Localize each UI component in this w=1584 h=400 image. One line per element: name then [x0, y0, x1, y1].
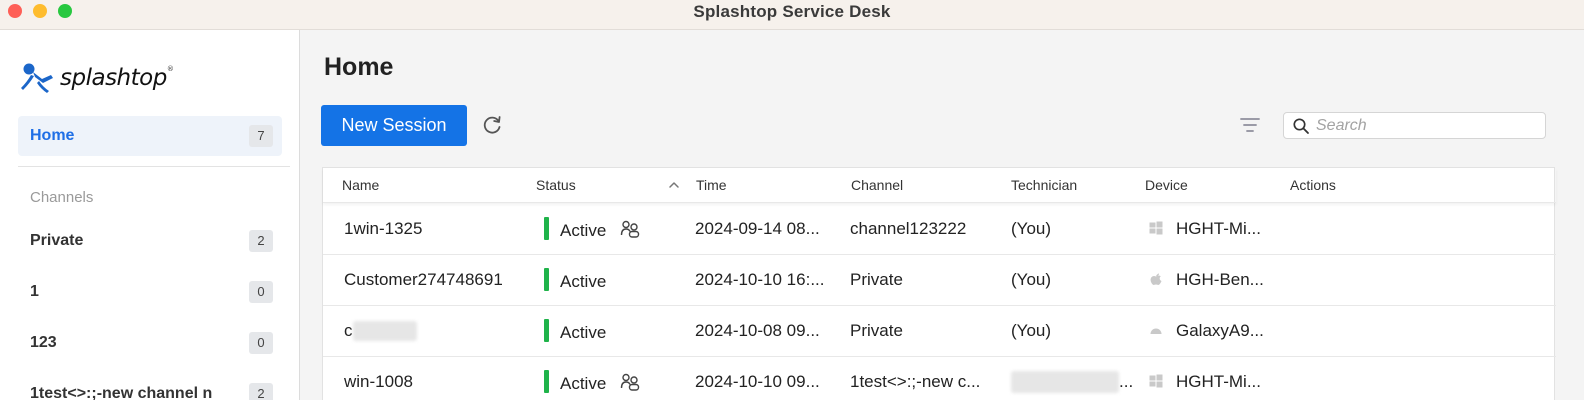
- column-header-device[interactable]: Device: [1145, 177, 1188, 193]
- group-users-icon: [620, 220, 640, 238]
- sidebar: splashtop® Home 7 Channels Private 2 1 0…: [0, 30, 300, 400]
- sidebar-item-home[interactable]: Home 7: [18, 116, 282, 156]
- table-row[interactable]: Customer274748691 Active 2024-10-10 16:.…: [323, 255, 1556, 306]
- count-badge: 2: [249, 230, 273, 252]
- session-device: HGHT-Mi...: [1176, 219, 1261, 238]
- redacted-technician: [1011, 371, 1119, 393]
- status-indicator: [544, 370, 549, 393]
- column-header-time[interactable]: Time: [696, 177, 727, 193]
- new-session-button[interactable]: New Session: [321, 105, 467, 146]
- window-titlebar: Splashtop Service Desk: [0, 0, 1584, 30]
- count-badge: 2: [249, 383, 273, 400]
- session-name: win-1008: [344, 372, 413, 391]
- windows-icon: [1149, 374, 1163, 388]
- column-header-technician[interactable]: Technician: [1011, 177, 1077, 193]
- group-users-icon: [620, 373, 640, 391]
- table-header: Name Status Time Channel Technician Devi…: [323, 168, 1556, 203]
- channels-section-label: Channels: [30, 189, 94, 206]
- sidebar-item-123[interactable]: 123 0: [18, 323, 282, 363]
- session-channel: Private: [850, 270, 903, 289]
- session-time: 2024-10-10 09...: [695, 372, 820, 391]
- session-device: HGH-Ben...: [1176, 270, 1264, 289]
- session-name: 1win-1325: [344, 219, 423, 238]
- count-badge: 0: [249, 281, 273, 303]
- table-row[interactable]: win-1008 Active 2024-10-10 09... 1test<>…: [323, 357, 1556, 400]
- sessions-table: Name Status Time Channel Technician Devi…: [322, 167, 1556, 400]
- session-time: 2024-10-10 16:...: [695, 270, 825, 289]
- session-status: Active: [560, 323, 607, 342]
- logo-wordmark: splashtop®: [60, 65, 174, 91]
- filter-icon[interactable]: [1238, 114, 1262, 138]
- splashtop-logo: splashtop®: [20, 60, 174, 96]
- session-technician: (You): [1011, 321, 1052, 340]
- apple-icon: [1150, 273, 1162, 285]
- status-indicator: [544, 217, 549, 240]
- session-channel: Private: [850, 321, 903, 340]
- sidebar-item-label: 1test<>:;-new channel n: [30, 385, 213, 400]
- android-icon: [1150, 328, 1162, 334]
- refresh-icon[interactable]: [481, 114, 503, 136]
- session-status: Active: [560, 374, 607, 393]
- sidebar-item-label: Home: [30, 127, 75, 144]
- sidebar-divider: [18, 166, 290, 167]
- column-header-name[interactable]: Name: [342, 177, 379, 193]
- page-title: Home: [324, 53, 394, 81]
- column-header-actions: Actions: [1290, 177, 1336, 193]
- session-device: HGHT-Mi...: [1176, 372, 1261, 391]
- window-title: Splashtop Service Desk: [693, 2, 891, 21]
- sidebar-item-label: Private: [30, 232, 84, 249]
- session-status: Active: [560, 221, 607, 240]
- sidebar-item-1test-channel[interactable]: 1test<>:;-new channel n 2: [18, 374, 282, 400]
- sidebar-item-label: 1: [30, 283, 39, 300]
- status-indicator: [544, 268, 549, 291]
- status-indicator: [544, 319, 549, 342]
- session-name: c: [344, 321, 353, 340]
- session-time: 2024-10-08 09...: [695, 321, 820, 340]
- main-content: Home New Session Name Status Time Channe…: [301, 30, 1584, 400]
- count-badge: 0: [249, 332, 273, 354]
- sidebar-item-label: 123: [30, 334, 57, 351]
- session-technician: (You): [1011, 270, 1052, 289]
- table-row[interactable]: c Active 2024-10-08 09... Private (You) …: [323, 306, 1556, 357]
- session-technician: (You): [1011, 219, 1052, 238]
- column-header-status[interactable]: Status: [536, 177, 576, 193]
- splashtop-logo-icon: [21, 63, 53, 93]
- windows-icon: [1149, 221, 1163, 235]
- count-badge: 7: [249, 125, 273, 147]
- column-header-channel[interactable]: Channel: [851, 177, 903, 193]
- session-channel: 1test<>:;-new c...: [850, 372, 981, 391]
- sidebar-item-private[interactable]: Private 2: [18, 221, 282, 261]
- session-channel: channel123222: [850, 219, 967, 238]
- search-input[interactable]: [1316, 115, 1536, 136]
- search-icon: [1293, 118, 1309, 134]
- session-technician: ...: [1119, 372, 1134, 391]
- session-device: GalaxyA9...: [1176, 321, 1264, 340]
- redacted-name: [353, 321, 417, 341]
- sort-ascending-icon[interactable]: [667, 178, 681, 192]
- table-row[interactable]: 1win-1325 Active 2024-09-14 08... channe…: [323, 204, 1556, 255]
- session-name: Customer274748691: [344, 270, 503, 289]
- session-status: Active: [560, 272, 607, 291]
- session-time: 2024-09-14 08...: [695, 219, 820, 238]
- search-box: [1283, 112, 1546, 139]
- sidebar-item-1[interactable]: 1 0: [18, 272, 282, 312]
